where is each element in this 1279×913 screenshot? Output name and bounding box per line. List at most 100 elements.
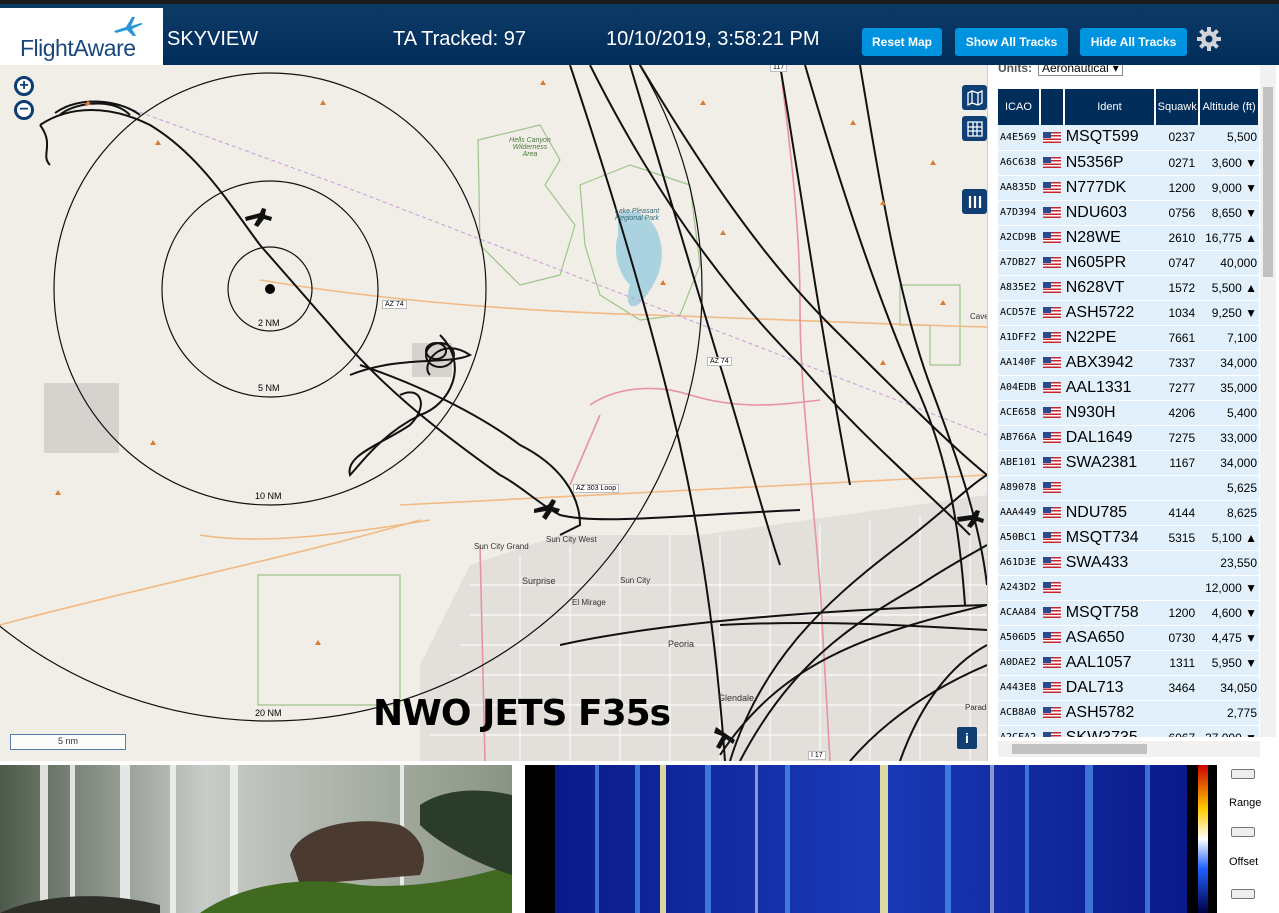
place-label: Sun City — [620, 576, 651, 585]
aircraft-row[interactable]: AA140F ABX3942 7337 34,000 — [998, 350, 1259, 376]
info-button[interactable]: i — [957, 727, 977, 749]
altitude-cell: 9,250 ▼ — [1199, 300, 1259, 326]
ident-cell: N930H — [1063, 400, 1156, 426]
zoom-in-button[interactable]: + — [14, 76, 34, 96]
current-datetime: 10/10/2019, 3:58:21 PM — [606, 28, 820, 50]
aircraft-row[interactable]: A6C638 N5356P 0271 3,600 ▼ — [998, 150, 1259, 176]
hide-all-tracks-button[interactable]: Hide All Tracks — [1080, 28, 1187, 56]
aircraft-row[interactable]: A0DAE2 AAL1057 1311 5,950 ▼ — [998, 650, 1259, 676]
squawk-cell — [1155, 475, 1200, 501]
aircraft-row[interactable]: ACE658 N930H 4206 5,400 — [998, 400, 1259, 426]
flag-cell — [1039, 325, 1064, 351]
squawk-cell: 1572 — [1155, 275, 1200, 301]
units-select[interactable]: Aeronautical ▾ — [1038, 65, 1123, 76]
ident-cell: N28WE — [1063, 225, 1156, 251]
column-header-altitude[interactable]: Altitude (ft) — [1199, 89, 1260, 125]
units-value: Aeronautical — [1042, 65, 1109, 75]
zoom-out-button[interactable]: − — [14, 100, 34, 120]
range-top-slider[interactable] — [1231, 769, 1255, 779]
flag-cell — [1039, 125, 1064, 151]
flag-cell — [1039, 250, 1064, 276]
place-label: Sun City Grand — [474, 542, 529, 551]
squawk-cell — [1155, 550, 1200, 576]
map-canvas — [0, 65, 987, 761]
column-header-ident[interactable]: Ident — [1063, 89, 1157, 125]
aircraft-row[interactable]: AA835D N777DK 1200 9,000 ▼ — [998, 175, 1259, 201]
altitude-cell: 4,600 ▼ — [1199, 600, 1259, 626]
aircraft-row[interactable]: A835E2 N628VT 1572 5,500 ▲ — [998, 275, 1259, 301]
aircraft-row[interactable]: A443E8 DAL713 3464 34,050 — [998, 675, 1259, 701]
icao-cell: AA140F — [998, 350, 1040, 376]
squawk-cell: 7275 — [1155, 425, 1200, 451]
aircraft-row[interactable]: A7D394 NDU603 0756 8,650 ▼ — [998, 200, 1259, 226]
aircraft-row[interactable]: A2CD9B N28WE 2610 16,775 ▲ — [998, 225, 1259, 251]
column-header-squawk[interactable]: Squawk — [1155, 89, 1201, 125]
us-flag-icon — [1042, 456, 1061, 468]
column-header-icao[interactable]: ICAO — [998, 89, 1041, 125]
icao-cell: AA835D — [998, 175, 1040, 201]
ident-cell: AAL1057 — [1063, 650, 1156, 676]
icao-cell: ACAA84 — [998, 600, 1040, 626]
show-all-tracks-button[interactable]: Show All Tracks — [955, 28, 1068, 56]
ident-cell — [1063, 475, 1156, 501]
aircraft-row[interactable]: ACB8A0 ASH5782 2,775 — [998, 700, 1259, 726]
road-label: AZ 74 — [382, 300, 407, 309]
vertical-scrollbar[interactable] — [1260, 65, 1276, 737]
aircraft-panel: Units: Aeronautical ▾ ICAO Ident Squawk … — [987, 65, 1279, 761]
altitude-cell: 40,000 — [1199, 250, 1259, 276]
us-flag-icon — [1042, 681, 1061, 693]
horizontal-scrollbar[interactable] — [998, 741, 1260, 757]
map-grid-button[interactable] — [962, 116, 987, 141]
aircraft-row[interactable]: A7DB27 N605PR 0747 40,000 — [998, 250, 1259, 276]
scrollbar-thumb[interactable] — [1263, 87, 1273, 277]
columns-toggle-button[interactable] — [962, 189, 987, 214]
gear-icon[interactable] — [1196, 26, 1222, 52]
scrollbar-thumb[interactable] — [1012, 744, 1147, 754]
squawk-cell: 0271 — [1155, 150, 1200, 176]
offset-slider[interactable] — [1231, 827, 1255, 837]
ident-cell: DAL1649 — [1063, 425, 1156, 451]
aircraft-row[interactable]: ACAA84 MSQT758 1200 4,600 ▼ — [998, 600, 1259, 626]
flag-cell — [1039, 550, 1064, 576]
aircraft-row[interactable]: A89078 5,625 — [998, 475, 1259, 501]
flag-cell — [1039, 700, 1064, 726]
reset-map-button[interactable]: Reset Map — [862, 28, 942, 56]
flag-cell — [1039, 500, 1064, 526]
icao-cell: A7DB27 — [998, 250, 1040, 276]
us-flag-icon — [1042, 381, 1061, 393]
altitude-cell: 5,400 — [1199, 400, 1259, 426]
map-layers-button[interactable] — [962, 85, 987, 110]
ident-cell: SWA433 — [1063, 550, 1156, 576]
app-name: SKYVIEW — [167, 28, 259, 50]
aircraft-row[interactable]: A1DFF2 N22PE 7661 7,100 — [998, 325, 1259, 351]
ident-cell: N777DK — [1063, 175, 1156, 201]
squawk-cell: 2610 — [1155, 225, 1200, 251]
altitude-cell: 33,000 — [1199, 425, 1259, 451]
aircraft-table-container[interactable]: ICAO Ident Squawk Altitude (ft) A4E569 MS… — [998, 89, 1260, 737]
road-label: AZ 303 Loop — [573, 484, 620, 493]
map-view[interactable]: + − 2 NM 5 NM 10 NM 20 NM Hells Canyon W… — [0, 65, 987, 761]
aircraft-row[interactable]: A61D3E SWA433 23,550 — [998, 550, 1259, 576]
icao-cell: A243D2 — [998, 575, 1040, 601]
squawk-cell: 1034 — [1155, 300, 1200, 326]
aircraft-row[interactable]: A506D5 ASA650 0730 4,475 ▼ — [998, 625, 1259, 651]
aircraft-table: ICAO Ident Squawk Altitude (ft) A4E569 MS… — [998, 89, 1260, 737]
column-header-flag[interactable] — [1039, 89, 1065, 125]
aircraft-row[interactable]: A2CFA2 SKW3735606737,000 ▼ — [998, 725, 1259, 737]
ident-cell: SKW3735 — [1063, 725, 1156, 737]
aircraft-row[interactable]: AAA449 NDU785 4144 8,625 — [998, 500, 1259, 526]
aircraft-row[interactable]: A50BC1 MSQT734 5315 5,100 ▲ — [998, 525, 1259, 551]
squawk-cell: 4144 — [1155, 500, 1200, 526]
us-flag-icon — [1042, 356, 1061, 368]
aircraft-row[interactable]: AB766A DAL1649 7275 33,000 — [998, 425, 1259, 451]
aircraft-row[interactable]: A243D2 12,000 ▼ — [998, 575, 1259, 601]
altitude-cell: 5,950 ▼ — [1199, 650, 1259, 676]
bottom-slider[interactable] — [1231, 889, 1255, 899]
aircraft-row[interactable]: ACD57E ASH5722 1034 9,250 ▼ — [998, 300, 1259, 326]
aircraft-row[interactable]: A04EDB AAL1331 7277 35,000 — [998, 375, 1259, 401]
us-flag-icon — [1042, 206, 1061, 218]
aircraft-row[interactable]: ABE101 SWA2381 1167 34,000 — [998, 450, 1259, 476]
icao-cell: A61D3E — [998, 550, 1040, 576]
ident-cell: NDU785 — [1063, 500, 1156, 526]
aircraft-row[interactable]: A4E569 MSQT599 0237 5,500 — [998, 125, 1259, 151]
